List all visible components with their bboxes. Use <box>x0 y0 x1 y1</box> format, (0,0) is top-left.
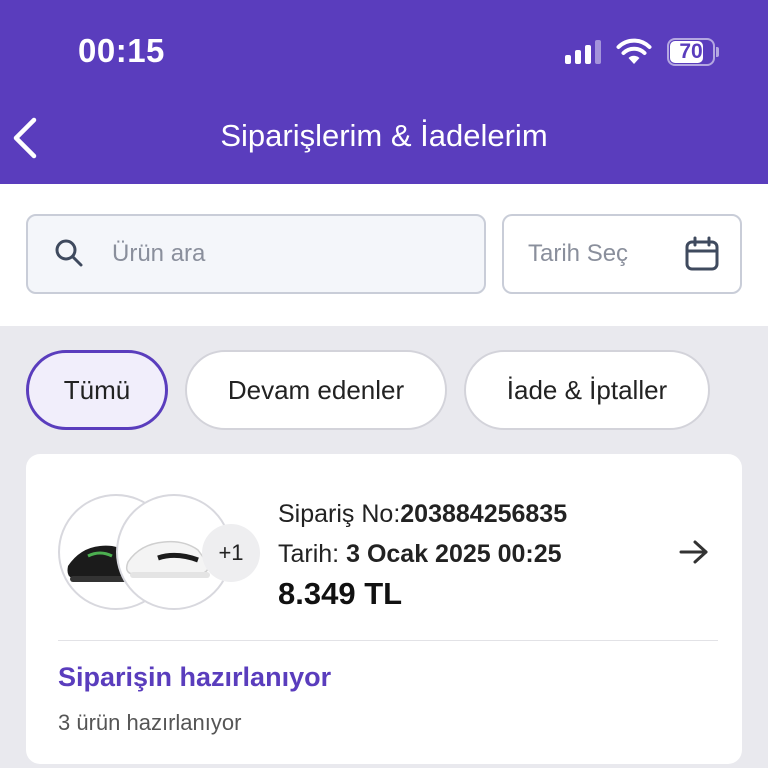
order-number: 203884256835 <box>400 500 568 528</box>
search-placeholder: Ürün ara <box>112 240 206 267</box>
order-status-title: Siparişin hazırlanıyor <box>58 662 332 692</box>
extra-items-badge: +1 <box>202 524 260 582</box>
order-price: 8.349 TL <box>278 576 403 611</box>
order-info: Sipariş No:203884256835 Tarih: 3 Ocak 20… <box>278 494 567 614</box>
battery-percent: 70 <box>679 40 703 63</box>
search-icon <box>55 239 83 267</box>
filter-chips: Tümü Devam edenler İade & İptaller <box>0 350 768 430</box>
search-area: Ürün ara Tarih Seç <box>0 184 768 326</box>
signal-icon <box>565 40 603 64</box>
order-card[interactable]: +1 Sipariş No:203884256835 Tarih: 3 Ocak… <box>26 454 742 764</box>
status-time: 00:15 <box>78 32 165 69</box>
app-header: 00:15 70 Siparişlerim & İadelerim <box>0 0 768 184</box>
calendar-icon <box>685 236 719 271</box>
order-date-label: Tarih: <box>278 540 340 568</box>
date-placeholder: Tarih Seç <box>528 240 629 267</box>
search-input[interactable]: Ürün ara <box>26 214 486 294</box>
order-number-label: Sipariş No: <box>278 500 401 528</box>
filter-chip-all[interactable]: Tümü <box>26 350 168 430</box>
order-status-subtitle: 3 ürün hazırlanıyor <box>58 710 242 735</box>
arrow-right-icon[interactable] <box>678 538 710 566</box>
order-number-row: Sipariş No:203884256835 <box>278 494 567 534</box>
filter-chip-ongoing[interactable]: Devam edenler <box>185 350 447 430</box>
page-title: Siparişlerim & İadelerim <box>220 118 548 153</box>
filter-chip-returns[interactable]: İade & İptaller <box>464 350 710 430</box>
divider <box>58 640 718 641</box>
order-date: 3 Ocak 2025 00:25 <box>346 540 562 568</box>
battery-icon: 70 <box>667 38 719 66</box>
date-picker[interactable]: Tarih Seç <box>502 214 742 294</box>
order-date-row: Tarih: 3 Ocak 2025 00:25 <box>278 534 567 574</box>
wifi-icon <box>616 38 652 64</box>
